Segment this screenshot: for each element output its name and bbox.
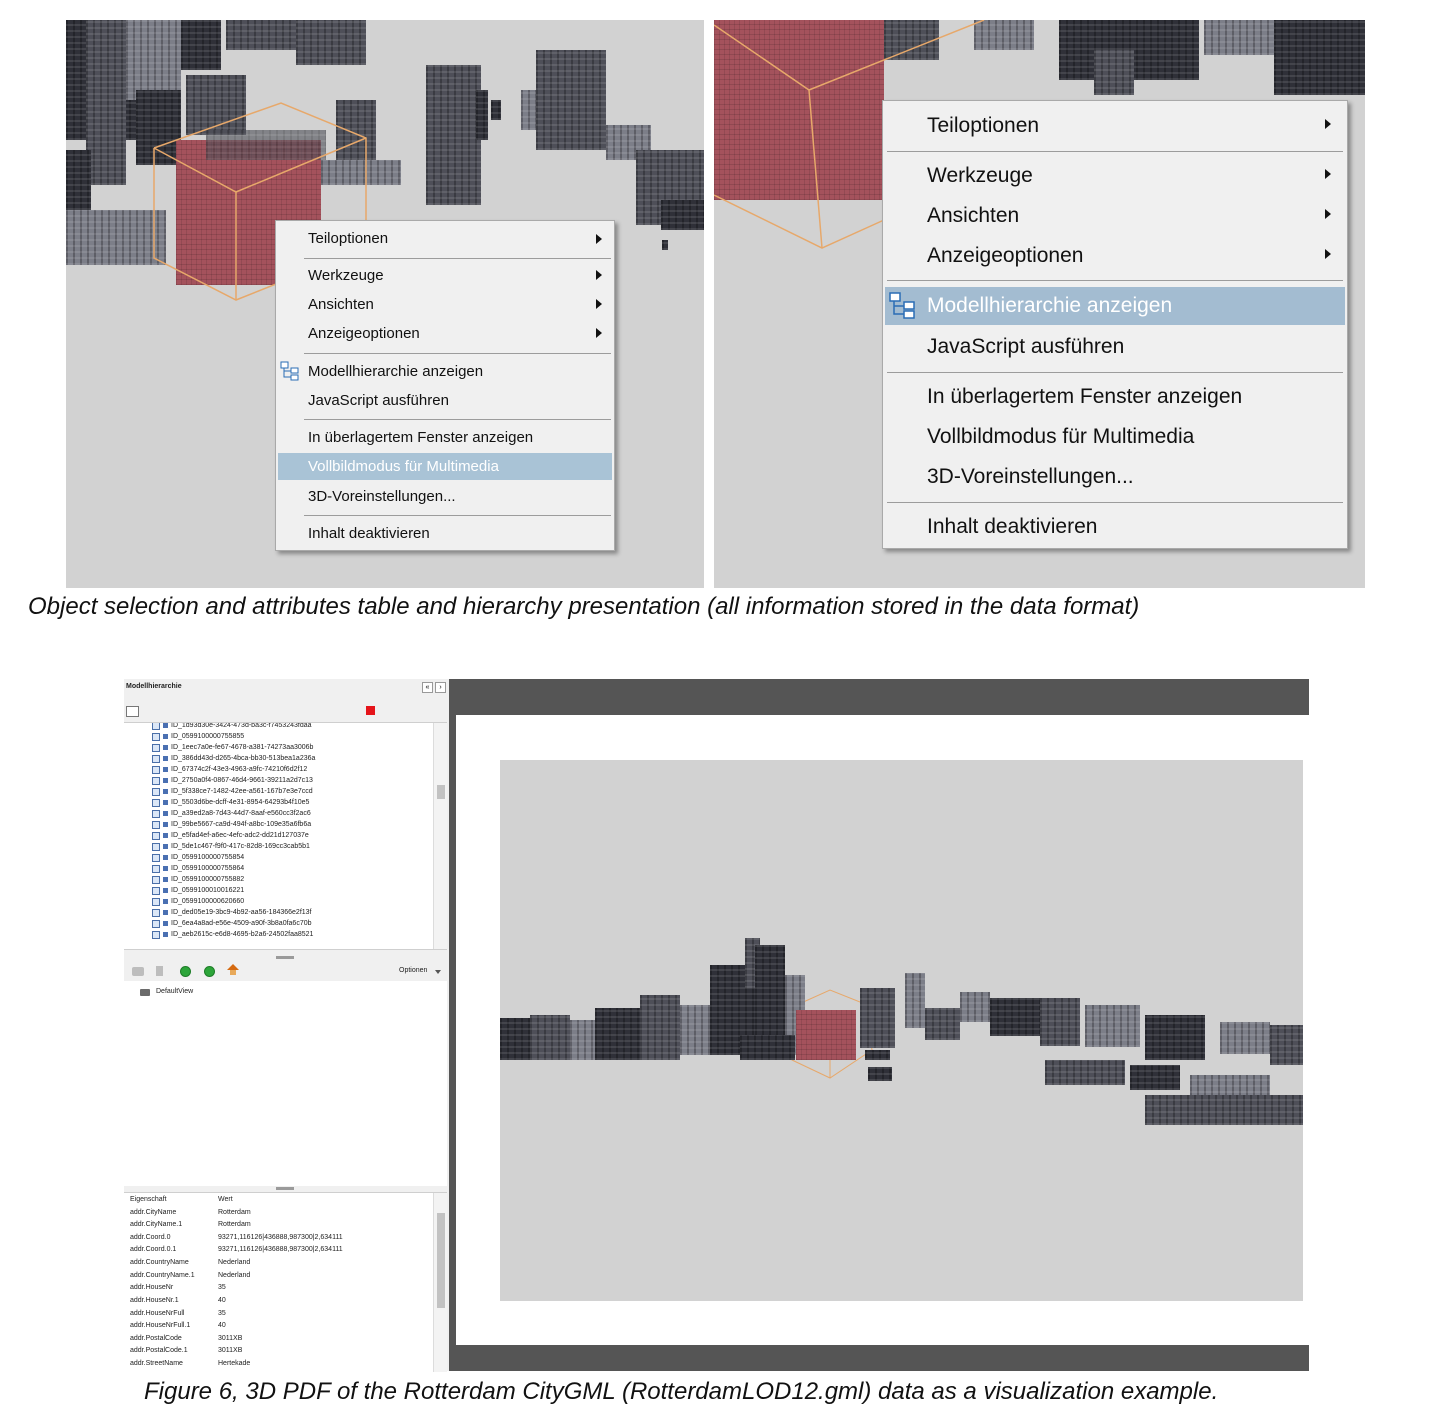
menu-item-ansichten[interactable]: Ansichten	[278, 291, 612, 317]
refresh-view-icon[interactable]	[204, 966, 215, 977]
submenu-arrow-icon	[596, 328, 602, 338]
submenu-arrow-icon	[1325, 249, 1331, 259]
tree-row[interactable]: ID_5f338ce7-1482-42ee-a561-167b7e3e7ccd	[152, 786, 313, 797]
tree-row[interactable]: ID_0599100010016221	[152, 885, 244, 896]
menu-item-3d-voreinstellungen[interactable]: 3D-Voreinstellungen...	[278, 483, 612, 509]
view-icon	[140, 989, 150, 996]
menu-item-modellhierarchie[interactable]: Modellhierarchie anzeigen	[278, 358, 612, 384]
pdf-page	[456, 715, 1309, 1345]
submenu-arrow-icon	[596, 270, 602, 280]
panel-title: Modellhierarchie	[126, 683, 182, 690]
tree-row[interactable]: ID_a39ed2a8-7d43-44d7-8aaf-e560cc3f2ac6	[152, 808, 311, 819]
menu-item-javascript[interactable]: JavaScript ausführen	[885, 328, 1345, 364]
tree-row[interactable]: ID_e5fad4ef-a6ec-4efc-adc2-dd21d127037e	[152, 830, 309, 841]
tree-row[interactable]: ID_ded05e19-3bc9-4b92-aa56-184366e2f13f	[152, 907, 312, 918]
menu-item-teiloptionen[interactable]: Teiloptionen	[885, 107, 1345, 143]
expand-button[interactable]: ›	[435, 682, 446, 693]
menu-item-ueberlagert[interactable]: In überlagertem Fenster anzeigen	[278, 424, 612, 450]
properties-scrollbar[interactable]	[433, 1193, 447, 1372]
menu-item-3d-voreinstellungen[interactable]: 3D-Voreinstellungen...	[885, 458, 1345, 494]
splitter-handle[interactable]	[276, 1187, 294, 1190]
tree-row[interactable]: ID_5de1c467-f9f0-417c-82d8-169cc3cab5b1	[152, 841, 310, 852]
tree-icon	[280, 361, 299, 381]
model-hierarchy-panel: Modellhierarchie « › ID_1d93d30e-3424-47…	[124, 679, 450, 1372]
tree-row[interactable]: ID_99be5667-ca9d-494f-a8bc-109e35a6fb6a	[152, 819, 311, 830]
tree-view: ID_1d93d30e-3424-473d-ba3c-f7453243fdaa …	[124, 722, 447, 950]
context-menu-small: Teiloptionen Werkzeuge Ansichten Anzeige…	[275, 220, 615, 551]
tree-row[interactable]: ID_6ea4a8ad-e56e-4509-a90f-3b8a0fa6c70b	[152, 918, 312, 929]
tree-row[interactable]: ID_0599100000755882	[152, 874, 244, 885]
options-dropdown[interactable]: Optionen	[399, 967, 427, 974]
tree-scrollbar[interactable]	[433, 723, 447, 949]
pdf-viewer-area	[449, 679, 1309, 1371]
menu-item-werkzeuge[interactable]: Werkzeuge	[885, 157, 1345, 193]
tree-row[interactable]: ID_1eec7a0e-fe67-4678-a381-74273aa3006b	[152, 742, 313, 753]
splitter-handle[interactable]	[276, 956, 294, 959]
figure-caption-top: Object selection and attributes table an…	[28, 593, 1140, 620]
view-camera-icon[interactable]	[132, 967, 144, 976]
tree-row[interactable]: ID_0599100000755855	[152, 731, 244, 742]
submenu-arrow-icon	[1325, 169, 1331, 179]
3d-model-view[interactable]	[500, 760, 1303, 1301]
tree-row[interactable]: ID_0599100000620660	[152, 896, 244, 907]
menu-item-ansichten[interactable]: Ansichten	[885, 197, 1345, 233]
tree-row[interactable]: ID_5503d6be-dcff-4e31-8954-64293b4f10e5	[152, 797, 309, 808]
submenu-arrow-icon	[596, 299, 602, 309]
tree-options-icon[interactable]	[126, 706, 139, 717]
default-view-item[interactable]: DefaultView	[156, 988, 193, 995]
menu-item-werkzeuge[interactable]: Werkzeuge	[278, 262, 612, 288]
menu-item-anzeigeoptionen[interactable]: Anzeigeoptionen	[278, 320, 612, 346]
tree-row[interactable]: ID_1d93d30e-3424-473d-ba3c-f7453243fdaa	[152, 723, 312, 731]
figure-caption-bottom: Figure 6, 3D PDF of the Rotterdam CityGM…	[144, 1378, 1219, 1405]
menu-item-inhalt-deaktivieren[interactable]: Inhalt deaktivieren	[278, 520, 612, 546]
tree-row[interactable]: ID_386dd43d-d265-4bca-bb30-513bea1a236a	[152, 753, 315, 764]
tree-row[interactable]: ID_0599100000755864	[152, 863, 244, 874]
menu-item-ueberlagert[interactable]: In überlagertem Fenster anzeigen	[885, 378, 1345, 414]
submenu-arrow-icon	[1325, 209, 1331, 219]
tree-icon	[889, 292, 915, 319]
delete-view-icon[interactable]	[156, 966, 163, 976]
menu-item-vollbildmodus[interactable]: Vollbildmodus für Multimedia	[278, 453, 612, 480]
menu-item-inhalt-deaktivieren[interactable]: Inhalt deaktivieren	[885, 508, 1345, 544]
submenu-arrow-icon	[1325, 119, 1331, 129]
menu-item-anzeigeoptionen[interactable]: Anzeigeoptionen	[885, 237, 1345, 273]
menu-item-modellhierarchie[interactable]: Modellhierarchie anzeigen	[885, 287, 1345, 325]
home-icon-body	[230, 970, 236, 975]
tree-row[interactable]: ID_aeb2615c-e6d8-4695-b2a6-24502faa8521	[152, 929, 313, 940]
collapse-button[interactable]: «	[422, 682, 433, 693]
menu-item-vollbildmodus[interactable]: Vollbildmodus für Multimedia	[885, 418, 1345, 454]
menu-item-teiloptionen[interactable]: Teiloptionen	[278, 226, 612, 252]
tree-row[interactable]: ID_2750a0f4-0867-46d4-9661-39211a2d7c13	[152, 775, 313, 786]
add-view-icon[interactable]	[180, 966, 191, 977]
tree-row[interactable]: ID_67374c2f-43e3-4963-a9fc-74210f6d2f12	[152, 764, 307, 775]
chevron-down-icon	[435, 970, 441, 974]
properties-table: Eigenschaft Wert addr.CityName Rotterdam a…	[124, 1192, 447, 1372]
submenu-arrow-icon	[596, 234, 602, 244]
menu-item-javascript[interactable]: JavaScript ausführen	[278, 387, 612, 413]
context-menu-large: Teiloptionen Werkzeuge Ansichten Anzeige…	[882, 100, 1348, 549]
views-list: DefaultView	[124, 981, 447, 1186]
color-picker-icon[interactable]	[366, 706, 375, 715]
tree-row[interactable]: ID_0599100000755854	[152, 852, 244, 863]
